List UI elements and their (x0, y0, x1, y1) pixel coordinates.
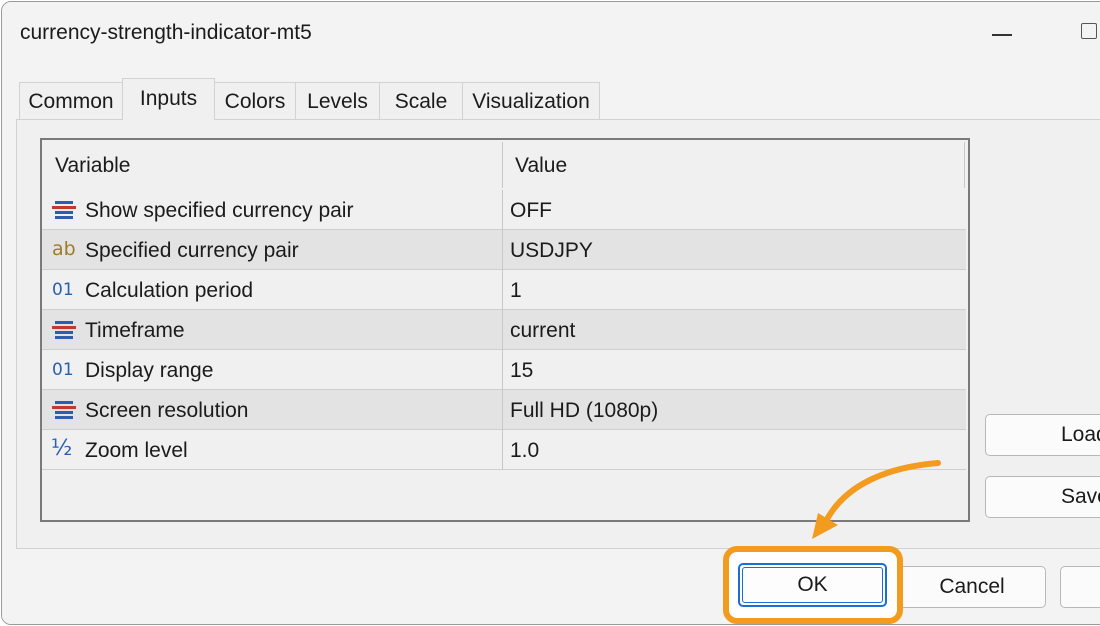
maximize-icon[interactable] (1081, 23, 1097, 39)
variable-value[interactable]: Full HD (1080p) (510, 399, 658, 423)
column-header-value[interactable]: Value (515, 154, 567, 178)
table-row[interactable]: Timeframe current (42, 310, 966, 350)
cell-divider (502, 270, 503, 310)
cell-divider (502, 310, 503, 350)
pointer-arrow-icon (812, 460, 941, 539)
enum-icon (52, 401, 76, 419)
save-button[interactable]: Save (985, 476, 1100, 518)
tab-scale[interactable]: Scale (379, 82, 463, 119)
window-title: currency-strength-indicator-mt5 (20, 21, 312, 44)
variable-name: Calculation period (85, 279, 254, 302)
variable-name: Display range (85, 359, 214, 382)
variable-value[interactable]: current (510, 319, 575, 343)
variable-name: Timeframe (85, 319, 185, 342)
variable-name: Specified currency pair (85, 239, 299, 262)
cell-divider (502, 430, 503, 470)
minimize-icon[interactable] (992, 34, 1012, 36)
tab-colors[interactable]: Colors (214, 82, 296, 119)
table-row[interactable]: Show specified currency pair OFF (42, 190, 966, 230)
column-header-variable[interactable]: Variable (55, 154, 131, 178)
cell-divider (502, 390, 503, 430)
variable-value[interactable]: 1.0 (510, 439, 539, 463)
variable-value[interactable]: 15 (510, 359, 533, 383)
cell-divider (502, 190, 503, 230)
variable-name: Screen resolution (85, 399, 249, 422)
cell-divider (502, 350, 503, 390)
load-button[interactable]: Load (985, 414, 1100, 456)
integer-icon: 01 (52, 360, 74, 380)
reset-button[interactable] (1060, 566, 1100, 608)
grid-header: Variable Value (42, 140, 968, 190)
tab-levels[interactable]: Levels (295, 82, 380, 119)
enum-icon (52, 321, 76, 339)
integer-icon: 01 (52, 280, 74, 300)
column-divider[interactable] (502, 142, 503, 188)
ok-button[interactable]: OK (738, 563, 887, 607)
enum-icon (52, 201, 76, 219)
variable-name: Show specified currency pair (85, 199, 354, 222)
column-divider (964, 142, 965, 188)
table-row[interactable]: Screen resolution Full HD (1080p) (42, 390, 966, 430)
table-row[interactable]: ab Specified currency pair USDJPY (42, 230, 966, 270)
cancel-button[interactable]: Cancel (898, 566, 1046, 608)
cell-divider (502, 230, 503, 270)
tab-common[interactable]: Common (19, 82, 123, 119)
variable-value[interactable]: 1 (510, 279, 522, 303)
title-bar[interactable]: currency-strength-indicator-mt5 (2, 2, 1100, 64)
tab-inputs[interactable]: Inputs (122, 78, 215, 120)
variable-value[interactable]: OFF (510, 199, 552, 223)
tab-visualization[interactable]: Visualization (462, 82, 600, 119)
variable-name: Zoom level (85, 439, 188, 462)
table-row[interactable]: 01 Display range 15 (42, 350, 966, 390)
double-icon: ½ (51, 436, 73, 461)
string-icon: ab (52, 238, 76, 260)
variable-value[interactable]: USDJPY (510, 239, 593, 263)
table-row[interactable]: 01 Calculation period 1 (42, 270, 966, 310)
